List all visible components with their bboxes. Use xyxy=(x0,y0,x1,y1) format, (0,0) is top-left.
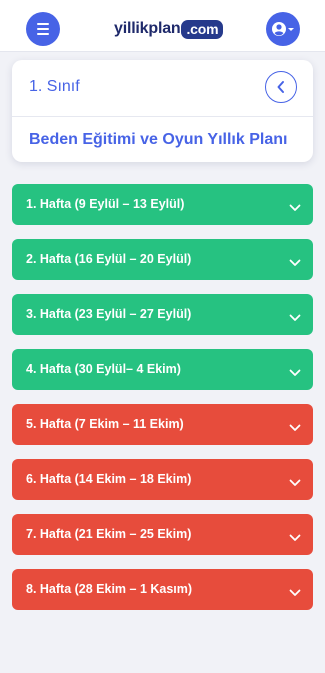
week-label: 7. Hafta (21 Ekim – 25 Ekim) xyxy=(26,527,192,541)
card-divider xyxy=(12,116,313,117)
chevron-down-icon xyxy=(289,369,301,376)
menu-button[interactable] xyxy=(26,12,60,46)
week-item-6[interactable]: 6. Hafta (14 Ekim – 18 Ekim) xyxy=(12,459,313,500)
top-bar: yillikplan .com xyxy=(0,0,325,52)
chevron-down-icon xyxy=(289,314,301,321)
user-circle-icon xyxy=(272,22,294,36)
week-item-1[interactable]: 1. Hafta (9 Eylül – 13 Eylül) xyxy=(12,184,313,225)
chevron-down-icon xyxy=(289,534,301,541)
week-item-2[interactable]: 2. Hafta (16 Eylül – 20 Eylül) xyxy=(12,239,313,280)
class-card: 1. Sınıf Beden Eğitimi ve Oyun Yıllık Pl… xyxy=(12,60,313,162)
week-list: 1. Hafta (9 Eylül – 13 Eylül) 2. Hafta (… xyxy=(12,184,313,624)
week-label: 1. Hafta (9 Eylül – 13 Eylül) xyxy=(26,197,185,211)
week-item-7[interactable]: 7. Hafta (21 Ekim – 25 Ekim) xyxy=(12,514,313,555)
week-item-3[interactable]: 3. Hafta (23 Eylül – 27 Eylül) xyxy=(12,294,313,335)
back-button[interactable] xyxy=(265,71,297,103)
week-label: 2. Hafta (16 Eylül – 20 Eylül) xyxy=(26,252,192,266)
week-label: 5. Hafta (7 Ekim – 11 Ekim) xyxy=(26,417,184,431)
hamburger-icon xyxy=(37,23,49,35)
week-item-4[interactable]: 4. Hafta (30 Eylül– 4 Ekim) xyxy=(12,349,313,390)
chevron-down-icon xyxy=(289,589,301,596)
chevron-down-icon xyxy=(289,204,301,211)
user-menu-button[interactable] xyxy=(266,12,300,46)
chevron-down-icon xyxy=(289,259,301,266)
week-label: 3. Hafta (23 Eylül – 27 Eylül) xyxy=(26,307,192,321)
week-label: 8. Hafta (28 Ekim – 1 Kasım) xyxy=(26,582,193,596)
logo-text: yillikplan xyxy=(114,20,181,37)
week-item-8[interactable]: 8. Hafta (28 Ekim – 1 Kasım) xyxy=(12,569,313,610)
chevron-down-icon xyxy=(289,479,301,486)
site-logo[interactable]: yillikplan .com xyxy=(114,16,224,42)
week-item-5[interactable]: 5. Hafta (7 Ekim – 11 Ekim) xyxy=(12,404,313,445)
week-label: 6. Hafta (14 Ekim – 18 Ekim) xyxy=(26,472,192,486)
week-label: 4. Hafta (30 Eylül– 4 Ekim) xyxy=(26,362,181,376)
chevron-down-icon xyxy=(289,424,301,431)
logo-badge: .com xyxy=(181,19,224,39)
plan-title: Beden Eğitimi ve Oyun Yıllık Planı xyxy=(29,131,288,148)
chevron-left-icon xyxy=(277,81,284,93)
class-title: 1. Sınıf xyxy=(29,78,80,95)
